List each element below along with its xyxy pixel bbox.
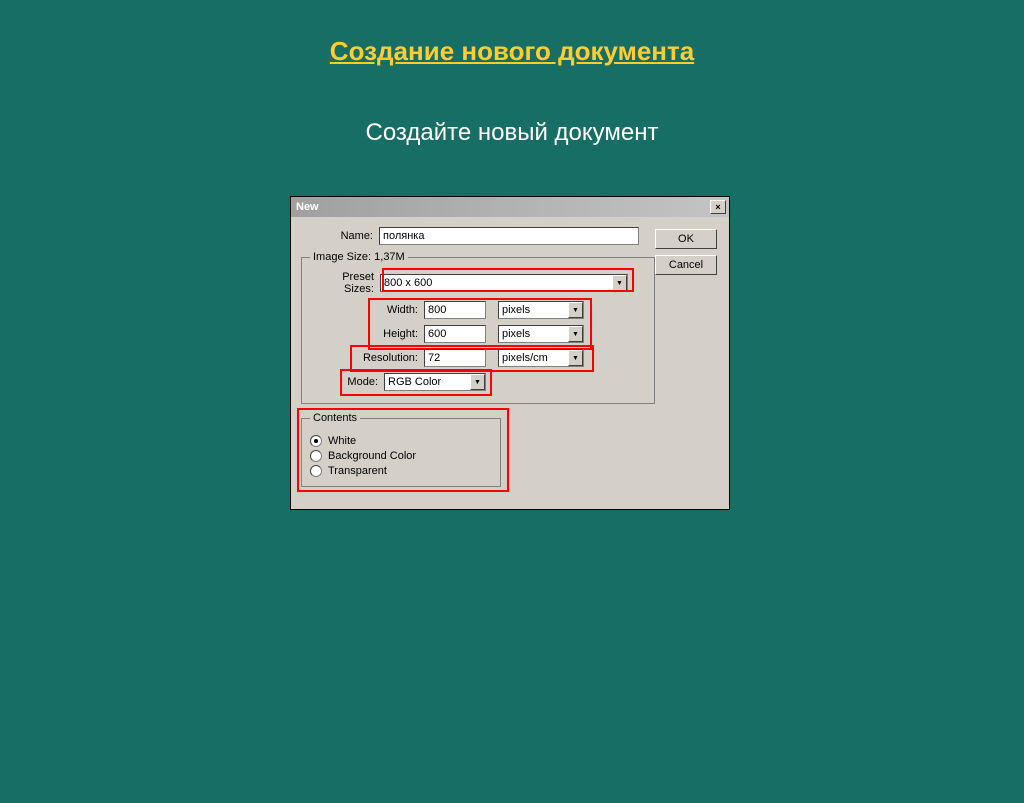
name-input[interactable]: [379, 227, 639, 245]
radio-icon: [310, 450, 322, 462]
width-label: Width:: [368, 304, 424, 316]
resolution-label: Resolution:: [350, 352, 424, 364]
dialog-action-buttons: OK Cancel: [655, 229, 717, 281]
titlebar: New ×: [291, 197, 729, 217]
mode-label: Mode:: [340, 376, 384, 388]
contents-white-label: White: [328, 435, 356, 447]
cancel-button[interactable]: Cancel: [655, 255, 717, 275]
slide-subtitle: Создайте новый документ: [0, 119, 1024, 147]
width-unit-value: pixels: [502, 304, 530, 316]
mode-value: RGB Color: [388, 376, 441, 388]
preset-sizes-select[interactable]: 800 x 600 ▼: [380, 274, 628, 292]
resolution-input[interactable]: [424, 349, 486, 367]
new-document-dialog: New × OK Cancel Name: Image Size: 1,37M …: [290, 196, 730, 510]
height-unit-select[interactable]: pixels ▼: [498, 325, 584, 343]
image-size-group: Image Size: 1,37M Preset Sizes: 800 x 60…: [301, 251, 655, 404]
contents-bg-radio[interactable]: Background Color: [310, 450, 492, 462]
close-icon[interactable]: ×: [710, 200, 726, 214]
name-row: Name:: [301, 227, 655, 245]
height-unit-value: pixels: [502, 328, 530, 340]
name-label: Name:: [301, 230, 379, 242]
contents-transparent-label: Transparent: [328, 465, 387, 477]
height-label: Height:: [368, 328, 424, 340]
contents-group: Contents White Background Color Transpar…: [301, 412, 501, 487]
radio-icon: [310, 435, 322, 447]
slide-title: Создание нового документа: [0, 36, 1024, 67]
dialog-title: New: [294, 201, 710, 213]
mode-select[interactable]: RGB Color ▼: [384, 373, 486, 391]
width-input[interactable]: [424, 301, 486, 319]
width-unit-select[interactable]: pixels ▼: [498, 301, 584, 319]
contents-transparent-radio[interactable]: Transparent: [310, 465, 492, 477]
chevron-down-icon[interactable]: ▼: [568, 302, 583, 318]
chevron-down-icon[interactable]: ▼: [568, 326, 583, 342]
preset-value: 800 x 600: [384, 277, 432, 289]
resolution-unit-value: pixels/cm: [502, 352, 548, 364]
height-input[interactable]: [424, 325, 486, 343]
resolution-unit-select[interactable]: pixels/cm ▼: [498, 349, 584, 367]
chevron-down-icon[interactable]: ▼: [568, 350, 583, 366]
radio-icon: [310, 465, 322, 477]
contents-bg-label: Background Color: [328, 450, 416, 462]
contents-legend: Contents: [310, 412, 360, 424]
image-size-legend: Image Size: 1,37M: [310, 251, 408, 263]
ok-button[interactable]: OK: [655, 229, 717, 249]
chevron-down-icon[interactable]: ▼: [470, 374, 485, 390]
contents-white-radio[interactable]: White: [310, 435, 492, 447]
chevron-down-icon[interactable]: ▼: [612, 275, 627, 291]
preset-label: Preset Sizes:: [310, 271, 380, 295]
